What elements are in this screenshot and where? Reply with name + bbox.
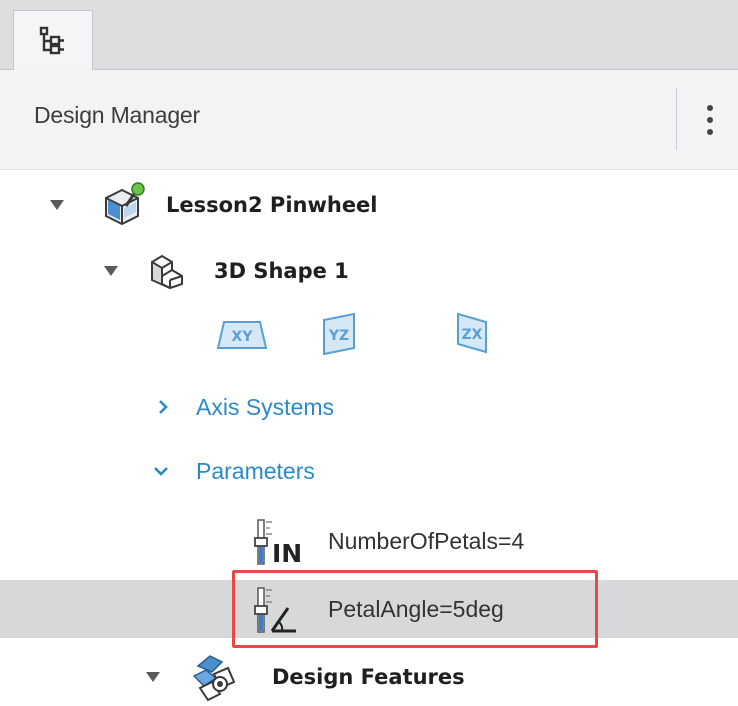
svg-text:IN: IN <box>272 539 302 568</box>
expand-toggle-icon[interactable] <box>100 260 122 282</box>
chevron-down-icon[interactable] <box>150 460 172 482</box>
xy-plane-icon[interactable]: XY <box>214 318 270 352</box>
chevron-right-icon[interactable] <box>152 396 174 418</box>
tree-node-label: Design Features <box>272 665 465 689</box>
panel-tabbar <box>0 0 738 71</box>
reference-planes-row: XY YZ ZX <box>0 304 738 362</box>
angle-parameter-icon <box>254 587 296 633</box>
expand-toggle-icon[interactable] <box>142 666 164 688</box>
zx-plane-icon[interactable]: ZX <box>452 312 492 356</box>
kebab-menu-icon[interactable] <box>700 98 720 142</box>
yz-plane-icon[interactable]: YZ <box>320 312 360 356</box>
tree-node-3d-shape[interactable]: 3D Shape 1 <box>0 240 738 298</box>
tab-design-manager[interactable] <box>13 10 93 71</box>
tree-icon <box>39 26 64 55</box>
tree-node-root[interactable]: Lesson2 Pinwheel <box>0 176 738 234</box>
tree-node-label: NumberOfPetals=4 <box>328 528 525 554</box>
tree-node-axis-systems[interactable]: Axis Systems <box>0 378 738 436</box>
product-icon <box>105 182 145 226</box>
expand-toggle-icon[interactable] <box>46 194 68 216</box>
tree-node-label: 3D Shape 1 <box>214 259 349 283</box>
parameter-number-of-petals[interactable]: IN NumberOfPetals=4 <box>0 512 738 570</box>
parameter-petal-angle[interactable]: PetalAngle=5deg <box>0 580 738 638</box>
panel-header: Design Manager <box>0 70 738 170</box>
tree-node-label: Axis Systems <box>196 394 335 420</box>
svg-text:ZX: ZX <box>462 327 483 343</box>
tree-node-parameters[interactable]: Parameters <box>0 442 738 500</box>
panel-title: Design Manager <box>34 102 200 128</box>
tree-node-label: Parameters <box>196 458 315 484</box>
tree-node-design-features[interactable]: Design Features <box>0 648 738 706</box>
svg-text:XY: XY <box>232 329 254 345</box>
design-features-icon <box>192 655 236 702</box>
tree-node-label: Lesson2 Pinwheel <box>166 193 378 217</box>
tree-node-label: PetalAngle=5deg <box>328 596 504 622</box>
integer-parameter-icon: IN <box>254 519 302 568</box>
svg-text:YZ: YZ <box>328 328 349 344</box>
header-divider <box>676 88 677 150</box>
3d-shape-icon <box>151 254 183 290</box>
